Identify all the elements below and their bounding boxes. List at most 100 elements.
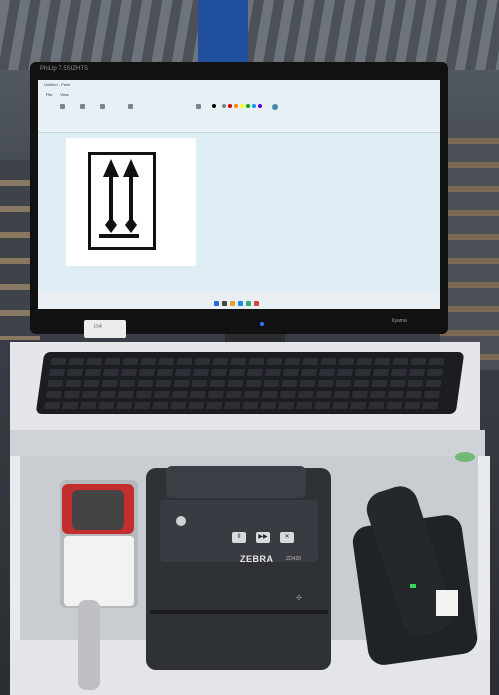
keyboard-key[interactable] bbox=[278, 402, 295, 409]
keyboard-key[interactable] bbox=[389, 380, 406, 387]
pencil-tool-icon[interactable] bbox=[80, 104, 85, 109]
keyboard-key[interactable] bbox=[140, 358, 157, 365]
keyboard-key[interactable] bbox=[408, 369, 425, 376]
keyboard-key[interactable] bbox=[189, 391, 206, 398]
keyboard-key[interactable] bbox=[284, 358, 301, 365]
keyboard-key[interactable] bbox=[354, 369, 371, 376]
keyboard-key[interactable] bbox=[333, 391, 350, 398]
keyboard-key[interactable] bbox=[153, 391, 170, 398]
keyboard-key[interactable] bbox=[137, 380, 154, 387]
keyboard-key[interactable] bbox=[134, 402, 151, 409]
keyboard-key[interactable] bbox=[48, 369, 65, 376]
keyboard-key[interactable] bbox=[281, 380, 298, 387]
keyboard-key[interactable] bbox=[66, 369, 83, 376]
keyboard-key[interactable] bbox=[122, 358, 139, 365]
keyboard-key[interactable] bbox=[428, 358, 445, 365]
keyboard-key[interactable] bbox=[425, 380, 442, 387]
keyboard-key[interactable] bbox=[335, 380, 352, 387]
keyboard-key[interactable] bbox=[350, 402, 367, 409]
keyboard-key[interactable] bbox=[242, 402, 259, 409]
keyboard-key[interactable] bbox=[404, 402, 421, 409]
keyboard-key[interactable] bbox=[101, 380, 118, 387]
keyboard-key[interactable] bbox=[264, 369, 281, 376]
keyboard-key[interactable] bbox=[296, 402, 313, 409]
keyboard-key[interactable] bbox=[155, 380, 172, 387]
keyboard-key[interactable] bbox=[405, 391, 422, 398]
keyboard-key[interactable] bbox=[209, 380, 226, 387]
keyboard-key[interactable] bbox=[120, 369, 137, 376]
paint-app-icon[interactable] bbox=[254, 301, 259, 306]
keyboard-key[interactable] bbox=[300, 369, 317, 376]
edit-colors-icon[interactable] bbox=[272, 104, 278, 110]
color-swatch-red[interactable] bbox=[228, 104, 232, 108]
color-swatch-purple[interactable] bbox=[258, 104, 262, 108]
keyboard-key[interactable] bbox=[191, 380, 208, 387]
keyboard-key[interactable] bbox=[47, 380, 64, 387]
brush-tool-icon[interactable] bbox=[100, 104, 105, 109]
keyboard-key[interactable] bbox=[192, 369, 209, 376]
keyboard-key[interactable] bbox=[62, 402, 79, 409]
keyboard-key[interactable] bbox=[212, 358, 229, 365]
keyboard-key[interactable] bbox=[98, 402, 115, 409]
color-swatch-yellow[interactable] bbox=[240, 104, 244, 108]
keyboard-key[interactable] bbox=[371, 380, 388, 387]
keyboard-key[interactable] bbox=[246, 369, 263, 376]
keyboard-key[interactable] bbox=[243, 391, 260, 398]
select-tool-icon[interactable] bbox=[60, 104, 65, 109]
keyboard-key[interactable] bbox=[338, 358, 355, 365]
keyboard-key[interactable] bbox=[263, 380, 280, 387]
keyboard-key[interactable] bbox=[45, 391, 62, 398]
keyboard-key[interactable] bbox=[387, 391, 404, 398]
keyboard-key[interactable] bbox=[353, 380, 370, 387]
keyboard-key[interactable] bbox=[83, 380, 100, 387]
keyboard-key[interactable] bbox=[99, 391, 116, 398]
keyboard-key[interactable] bbox=[156, 369, 173, 376]
search-icon[interactable] bbox=[222, 301, 227, 306]
keyboard-key[interactable] bbox=[266, 358, 283, 365]
keyboard-key[interactable] bbox=[230, 358, 247, 365]
color-swatch-orange[interactable] bbox=[234, 104, 238, 108]
keyboard-key[interactable] bbox=[176, 358, 193, 365]
keyboard-key[interactable] bbox=[173, 380, 190, 387]
keyboard-key[interactable] bbox=[356, 358, 373, 365]
keyboard-key[interactable] bbox=[194, 358, 211, 365]
keyboard-key[interactable] bbox=[86, 358, 103, 365]
printer-pause-button[interactable]: II bbox=[232, 532, 246, 543]
keyboard-key[interactable] bbox=[369, 391, 386, 398]
keyboard-key[interactable] bbox=[317, 380, 334, 387]
keyboard-key[interactable] bbox=[282, 369, 299, 376]
keyboard-key[interactable] bbox=[392, 358, 409, 365]
printer-cancel-button[interactable]: ✕ bbox=[280, 532, 294, 543]
printer-lid[interactable] bbox=[166, 466, 306, 498]
keyboard-key[interactable] bbox=[372, 369, 389, 376]
keyboard-key[interactable] bbox=[170, 402, 187, 409]
color-swatch-gray[interactable] bbox=[222, 104, 226, 108]
printer-power-button[interactable] bbox=[176, 516, 186, 526]
keyboard-key[interactable] bbox=[44, 402, 61, 409]
keyboard-key[interactable] bbox=[102, 369, 119, 376]
color-swatch-green[interactable] bbox=[246, 104, 250, 108]
keyboard-key[interactable] bbox=[423, 391, 440, 398]
shapes-tool-icon[interactable] bbox=[128, 104, 133, 109]
keyboard-key[interactable] bbox=[260, 402, 277, 409]
tape-dispenser-handle[interactable] bbox=[78, 600, 100, 690]
keyboard-key[interactable] bbox=[138, 369, 155, 376]
keyboard-key[interactable] bbox=[117, 391, 134, 398]
keyboard-key[interactable] bbox=[318, 369, 335, 376]
keyboard-key[interactable] bbox=[390, 369, 407, 376]
keyboard-key[interactable] bbox=[228, 369, 245, 376]
keyboard-key[interactable] bbox=[261, 391, 278, 398]
keyboard-key[interactable] bbox=[84, 369, 101, 376]
keyboard-key[interactable] bbox=[65, 380, 82, 387]
keyboard-key[interactable] bbox=[81, 391, 98, 398]
keyboard-key[interactable] bbox=[422, 402, 439, 409]
keyboard-key[interactable] bbox=[245, 380, 262, 387]
keyboard-key[interactable] bbox=[386, 402, 403, 409]
keyboard-key[interactable] bbox=[315, 391, 332, 398]
keyboard-key[interactable] bbox=[80, 402, 97, 409]
keyboard-key[interactable] bbox=[227, 380, 244, 387]
color-swatch-black[interactable] bbox=[212, 104, 216, 108]
keyboard-key[interactable] bbox=[104, 358, 121, 365]
keyboard-key[interactable] bbox=[210, 369, 227, 376]
color-swatch-blue[interactable] bbox=[252, 104, 256, 108]
